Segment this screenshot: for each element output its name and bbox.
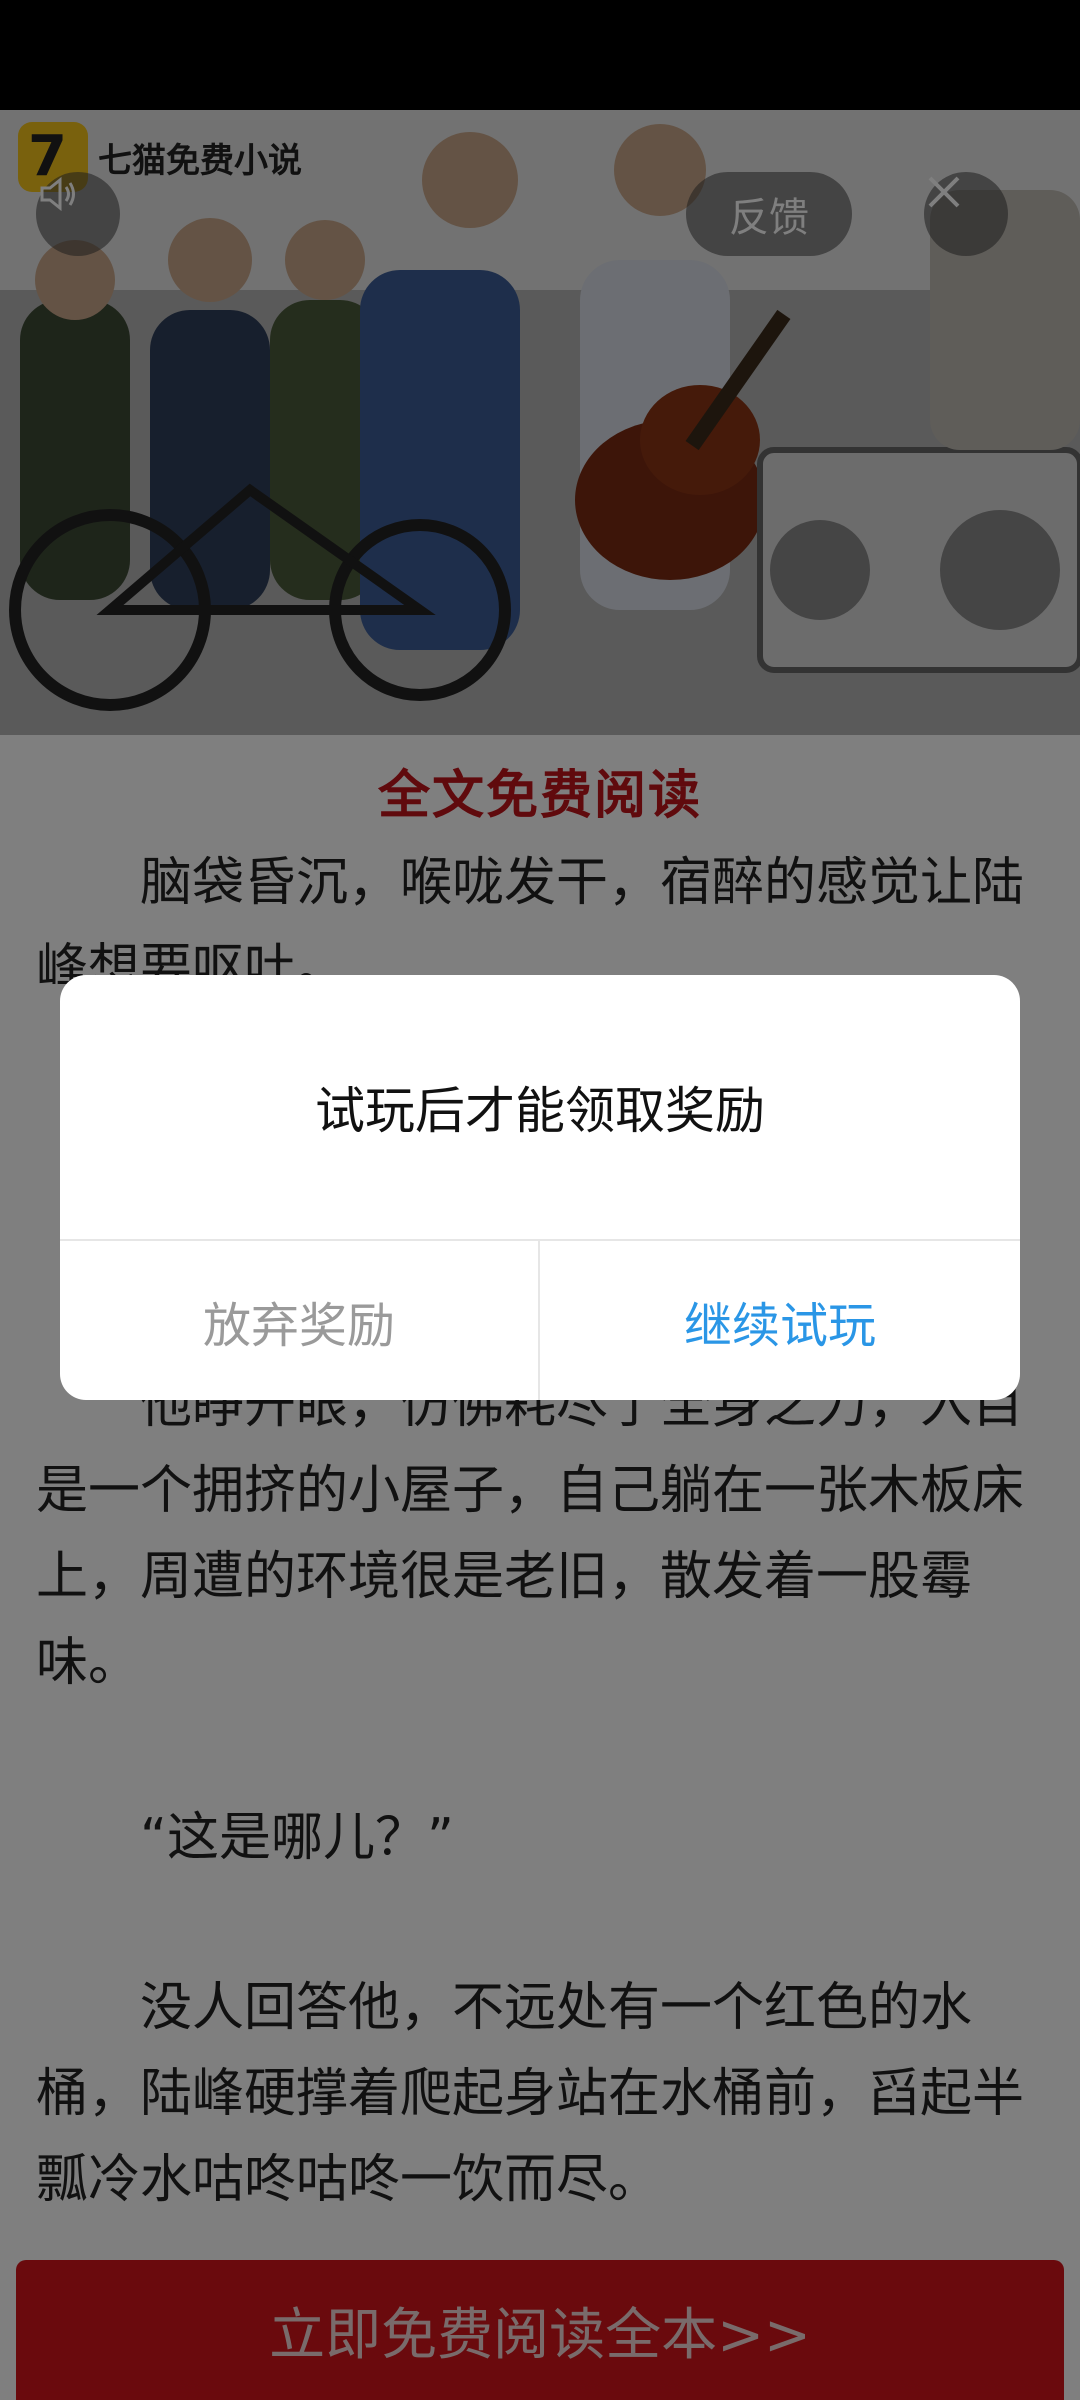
dialog-message: 试玩后才能领取奖励 <box>315 1082 765 1140</box>
continue-trial-button[interactable]: 继续试玩 <box>540 1241 1020 1400</box>
status-bar <box>0 0 1080 110</box>
give-up-reward-button[interactable]: 放弃奖励 <box>60 1241 538 1400</box>
reward-dialog: 试玩后才能领取奖励 放弃奖励 继续试玩 <box>60 975 1020 1400</box>
